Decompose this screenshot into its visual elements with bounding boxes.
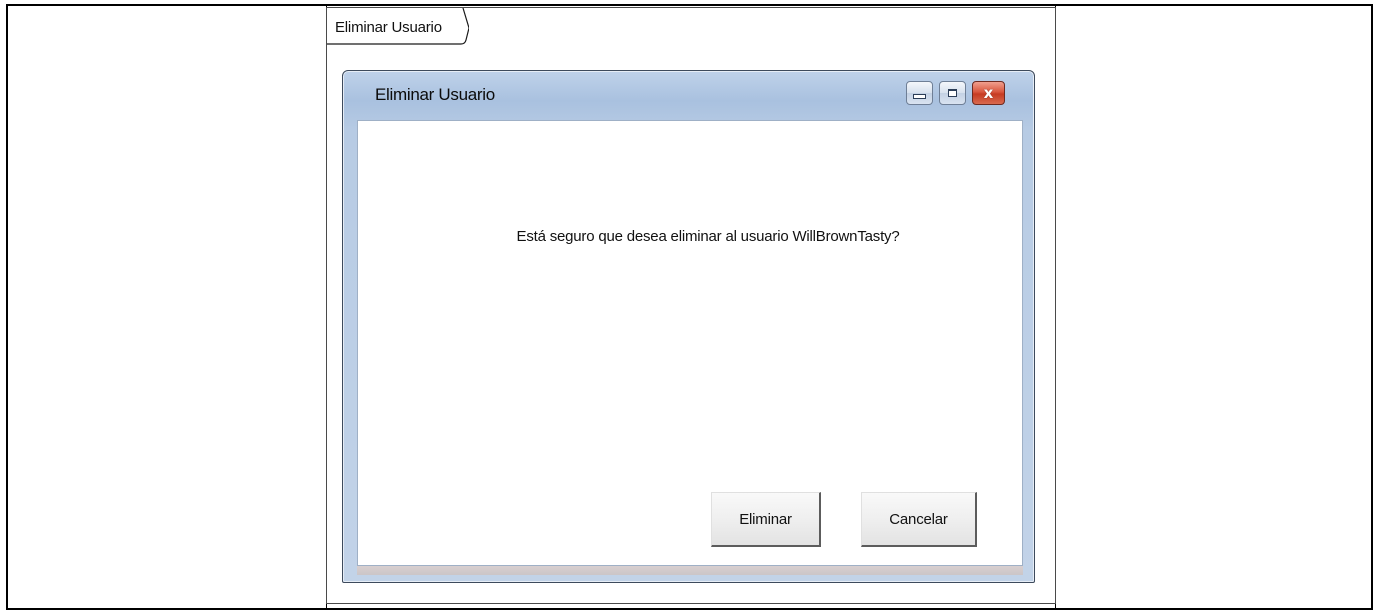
window-bottom-strip [357, 566, 1023, 575]
window-titlebar[interactable]: Eliminar Usuario x [343, 71, 1034, 120]
maximize-button[interactable] [939, 81, 966, 105]
dialog-window: Eliminar Usuario x Está seguro que desea… [342, 70, 1035, 583]
maximize-icon [948, 89, 957, 97]
minimize-button[interactable] [906, 81, 933, 105]
confirmation-message: Está seguro que desea eliminar al usuari… [516, 228, 900, 245]
close-button[interactable]: x [972, 81, 1005, 105]
wireframe-frame: Eliminar Usuario Eliminar Usuario x Está… [326, 7, 1056, 604]
frame-tab: Eliminar Usuario [327, 8, 469, 45]
minimize-icon [913, 94, 926, 99]
dialog-content: Está seguro que desea eliminar al usuari… [357, 120, 1023, 566]
close-icon: x [983, 83, 994, 102]
window-title: Eliminar Usuario [375, 85, 495, 104]
delete-button[interactable]: Eliminar [711, 492, 821, 547]
frame-tab-label: Eliminar Usuario [335, 19, 442, 36]
cancel-button[interactable]: Cancelar [861, 492, 977, 547]
